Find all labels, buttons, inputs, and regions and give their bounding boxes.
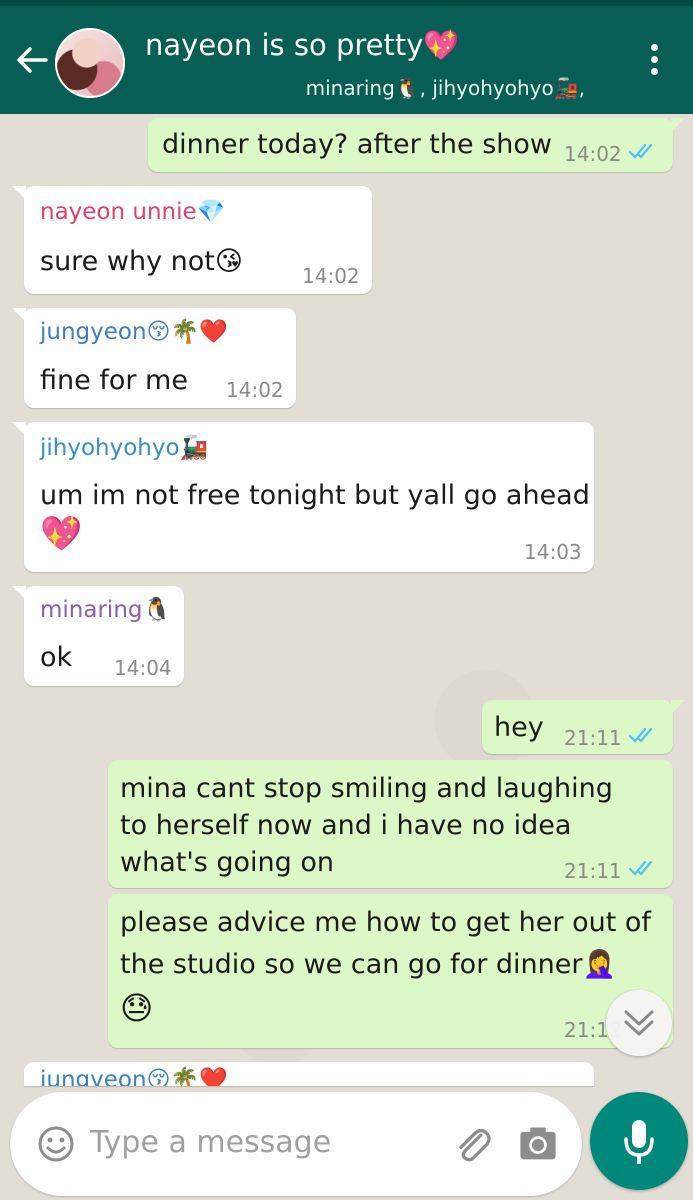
message-time: 14:04 bbox=[114, 656, 172, 680]
message-text-line: the studio so we can go for dinner🤦‍♀️ bbox=[120, 949, 617, 980]
read-ticks-icon bbox=[628, 860, 653, 876]
chat-subtitle[interactable]: minaring🐧, jihyohyohyo🚂, bbox=[306, 76, 585, 100]
message-incoming[interactable]: jihyohyohyo🚂 um im not free tonight but … bbox=[12, 422, 594, 572]
message-time: 21:11 bbox=[564, 859, 622, 883]
message-emoji: 💖 bbox=[40, 514, 83, 554]
group-avatar[interactable] bbox=[55, 28, 125, 98]
sender-name: jungyeon😚🌴❤️ bbox=[40, 1067, 228, 1086]
more-vertical-icon[interactable] bbox=[640, 44, 668, 84]
message-outgoing[interactable]: hey 21:11 bbox=[482, 700, 685, 754]
smiley-icon[interactable] bbox=[36, 1124, 76, 1164]
message-text-line: mina cant stop smiling and laughing bbox=[120, 773, 613, 804]
message-text: dinner today? after the show bbox=[162, 129, 552, 160]
arrow-left-icon[interactable] bbox=[12, 40, 52, 80]
scroll-to-bottom-button[interactable] bbox=[606, 990, 672, 1056]
sender-name: minaring🐧 bbox=[40, 597, 172, 623]
message-outgoing[interactable]: please advice me how to get her out of t… bbox=[108, 894, 673, 1048]
double-chevron-down-icon bbox=[624, 1010, 654, 1036]
message-time: 14:02 bbox=[226, 378, 284, 402]
message-text-line: to herself now and i have no idea bbox=[120, 810, 572, 841]
message-incoming[interactable]: minaring🐧 ok 14:04 bbox=[12, 586, 184, 686]
chat-header: nayeon is so pretty💖 minaring🐧, jihyohyo… bbox=[0, 6, 693, 114]
sender-name: jungyeon😚🌴❤️ bbox=[40, 319, 228, 345]
message-composer[interactable]: Type a message bbox=[10, 1092, 582, 1196]
message-incoming[interactable]: nayeon unnie💎 sure why not😘 14:02 bbox=[12, 186, 372, 294]
paperclip-icon[interactable] bbox=[450, 1122, 494, 1166]
message-time: 14:02 bbox=[564, 142, 622, 166]
message-incoming[interactable]: jungyeon😚🌴❤️ fine for me 14:02 bbox=[12, 308, 296, 408]
message-incoming-partial[interactable]: jungyeon😚🌴❤️ bbox=[24, 1062, 594, 1086]
message-time: 14:03 bbox=[524, 540, 582, 564]
message-text-line: please advice me how to get her out of bbox=[120, 907, 651, 938]
message-text-line: 😓 bbox=[120, 989, 154, 1027]
sender-name: nayeon unnie💎 bbox=[40, 199, 226, 225]
message-text: sure why not😘 bbox=[40, 246, 244, 277]
message-time: 21:11 bbox=[564, 726, 622, 750]
message-text: ok bbox=[40, 642, 73, 673]
microphone-button[interactable] bbox=[590, 1092, 688, 1190]
message-text: hey bbox=[494, 712, 544, 743]
read-ticks-icon bbox=[628, 727, 653, 743]
message-input[interactable]: Type a message bbox=[90, 1125, 331, 1160]
camera-icon[interactable] bbox=[516, 1122, 560, 1166]
message-text-line: what's going on bbox=[120, 847, 335, 878]
message-time: 14:02 bbox=[302, 264, 360, 288]
chat-title[interactable]: nayeon is so pretty💖 bbox=[145, 28, 460, 63]
message-outgoing[interactable]: mina cant stop smiling and laughing to h… bbox=[108, 760, 673, 888]
read-ticks-icon bbox=[628, 143, 653, 159]
message-text: um im not free tonight but yall go ahead bbox=[40, 480, 590, 511]
sender-name: jihyohyohyo🚂 bbox=[40, 435, 209, 461]
microphone-icon bbox=[624, 1120, 654, 1164]
message-outgoing[interactable]: dinner today? after the show 14:02 bbox=[148, 118, 685, 172]
message-text: fine for me bbox=[40, 365, 188, 396]
